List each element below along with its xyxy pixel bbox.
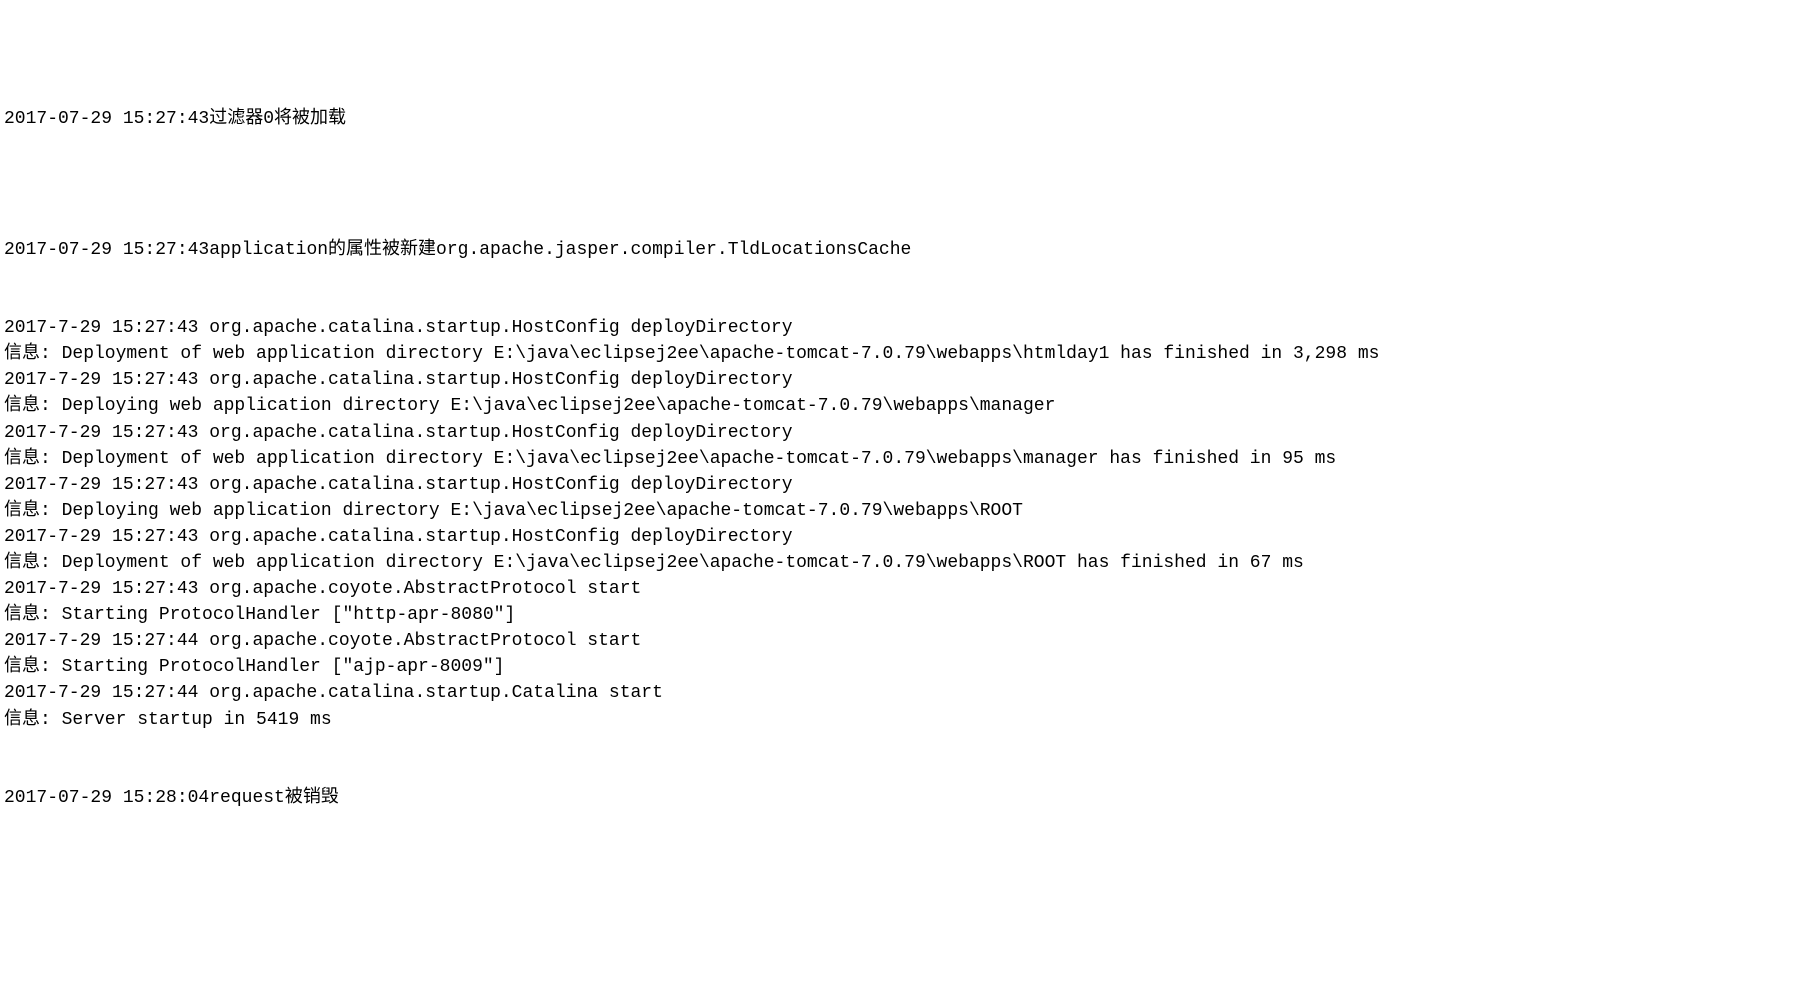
log-line: 信息: Deployment of web application direct…	[4, 341, 1796, 367]
log-line	[4, 733, 1796, 759]
log-line	[4, 185, 1796, 211]
log-line: 信息: Deployment of web application direct…	[4, 446, 1796, 472]
log-line: 信息: Deployment of web application direct…	[4, 550, 1796, 576]
log-line: 2017-7-29 15:27:43 org.apache.catalina.s…	[4, 420, 1796, 446]
log-line: 2017-7-29 15:27:44 org.apache.coyote.Abs…	[4, 628, 1796, 654]
log-line: 2017-07-29 15:27:43application的属性被新建org.…	[4, 237, 1796, 263]
log-line: 2017-7-29 15:27:43 org.apache.catalina.s…	[4, 315, 1796, 341]
log-line	[4, 759, 1796, 785]
log-line: 信息: Starting ProtocolHandler ["ajp-apr-8…	[4, 654, 1796, 680]
log-line	[4, 289, 1796, 315]
log-line: 信息: Deploying web application directory …	[4, 393, 1796, 419]
log-line	[4, 159, 1796, 185]
log-line: 2017-07-29 15:27:43过滤器0将被加载	[4, 106, 1796, 132]
log-line: 2017-7-29 15:27:43 org.apache.coyote.Abs…	[4, 576, 1796, 602]
log-line: 2017-7-29 15:27:44 org.apache.catalina.s…	[4, 680, 1796, 706]
log-line: 2017-7-29 15:27:43 org.apache.catalina.s…	[4, 524, 1796, 550]
log-line: 2017-7-29 15:27:43 org.apache.catalina.s…	[4, 367, 1796, 393]
log-line: 2017-07-29 15:28:04request被销毁	[4, 785, 1796, 811]
log-line: 信息: Server startup in 5419 ms	[4, 707, 1796, 733]
log-line: 2017-7-29 15:27:43 org.apache.catalina.s…	[4, 472, 1796, 498]
log-line: 信息: Starting ProtocolHandler ["http-apr-…	[4, 602, 1796, 628]
log-line	[4, 132, 1796, 158]
log-line: 信息: Deploying web application directory …	[4, 498, 1796, 524]
console-log-output: 2017-07-29 15:27:43过滤器0将被加载 2017-07-29 1…	[4, 106, 1796, 811]
log-line	[4, 263, 1796, 289]
log-line	[4, 211, 1796, 237]
